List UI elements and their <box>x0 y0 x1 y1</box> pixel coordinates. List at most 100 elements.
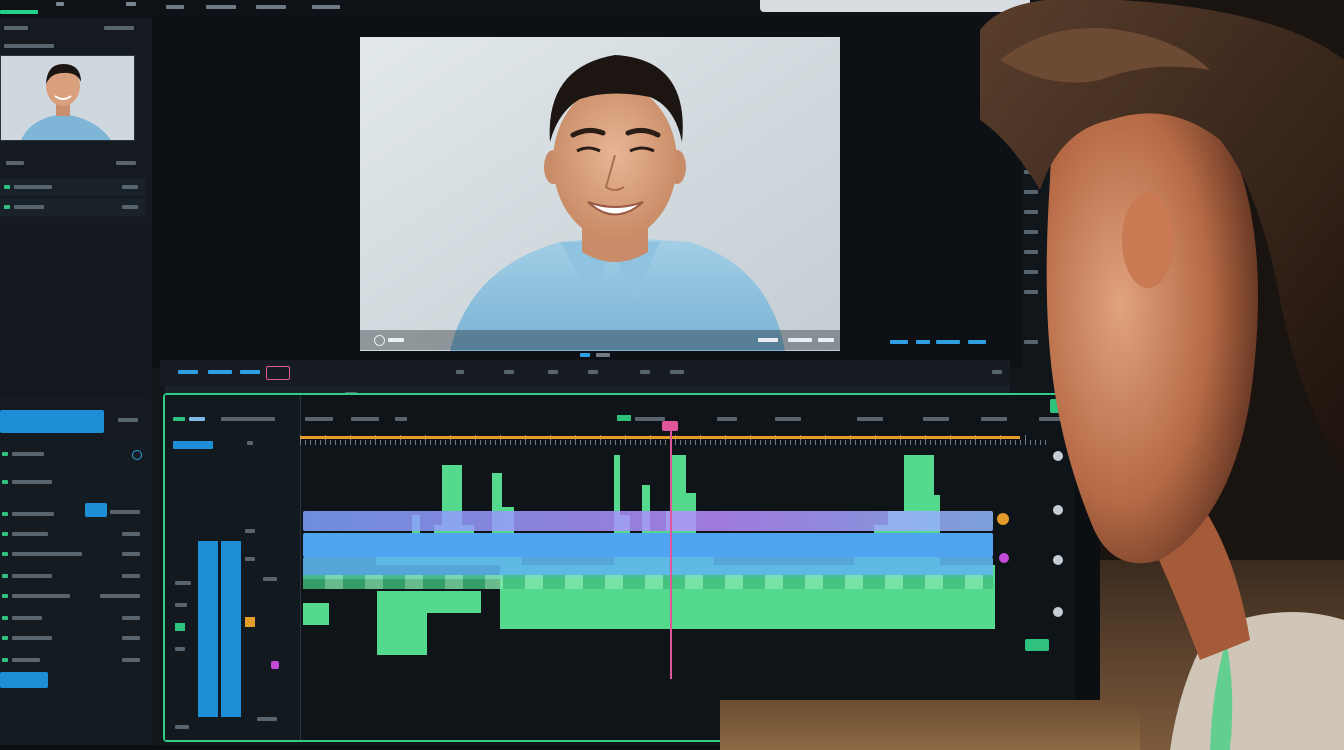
ruler-tick <box>690 440 691 445</box>
audio-meter-right <box>221 541 241 717</box>
ruler-tick <box>930 440 931 445</box>
preview-overlay-controls <box>360 330 840 350</box>
ruler-tick <box>405 440 406 445</box>
prev-frame-icon[interactable] <box>456 370 464 374</box>
ruler-tick <box>415 440 416 445</box>
panel-tab[interactable] <box>104 26 134 30</box>
tool-button[interactable] <box>178 370 198 374</box>
keyframe-icon[interactable] <box>271 661 279 669</box>
audio-clip-segments <box>303 575 993 589</box>
panel-control[interactable] <box>118 418 138 422</box>
menu-bar <box>0 0 1075 18</box>
ruler-tick <box>695 440 696 445</box>
ruler-tick <box>565 440 566 445</box>
audio-clip[interactable] <box>303 603 329 625</box>
ruler-tick <box>605 440 606 445</box>
ruler-tick <box>830 440 831 445</box>
track-enable-icon[interactable] <box>175 623 185 631</box>
ruler-tick <box>470 440 471 445</box>
audio-clip[interactable] <box>377 595 427 655</box>
panel-tab[interactable] <box>4 26 28 30</box>
ruler-tick <box>515 440 516 445</box>
ruler-tick <box>390 440 391 445</box>
pause-icon[interactable] <box>588 370 598 374</box>
menu-item-edit[interactable] <box>206 5 236 9</box>
play-icon[interactable] <box>548 370 558 374</box>
clip-thumbnail[interactable] <box>0 55 135 141</box>
menu-item-file[interactable] <box>166 5 184 9</box>
apply-button[interactable] <box>0 410 104 433</box>
ruler-tick <box>360 440 361 445</box>
panel-body <box>0 226 150 396</box>
ruler-tick <box>865 440 866 445</box>
ruler-tick <box>320 440 321 445</box>
monitor-logo <box>560 715 610 727</box>
preview-controls-center <box>580 350 620 360</box>
list-item[interactable] <box>0 178 145 196</box>
ruler-tick <box>590 440 591 445</box>
ruler-tick <box>805 440 806 445</box>
clip-info-row <box>0 156 145 174</box>
ruler-tick <box>885 440 886 445</box>
ruler-tick <box>645 440 646 445</box>
record-button[interactable] <box>266 366 290 380</box>
ruler-tick <box>780 440 781 445</box>
ruler-tick <box>880 440 881 445</box>
ruler-tick <box>445 440 446 445</box>
toggle-button[interactable] <box>85 503 107 517</box>
ruler-tick <box>755 440 756 445</box>
ruler-tick <box>595 440 596 445</box>
expand-icon[interactable] <box>818 338 834 342</box>
fullscreen-icon[interactable] <box>758 338 778 342</box>
person-silhouette <box>980 0 1344 750</box>
ruler-tick <box>760 440 761 445</box>
ruler-tick <box>615 440 616 445</box>
work-area-bar[interactable] <box>300 436 1020 439</box>
step-back-icon[interactable] <box>504 370 514 374</box>
play-icon[interactable] <box>374 335 385 346</box>
list-item[interactable] <box>0 198 145 216</box>
ruler-tick <box>420 440 421 445</box>
ruler-tick <box>460 440 461 445</box>
ruler-tick <box>490 440 491 445</box>
ruler-tick <box>640 440 641 445</box>
ruler-tick <box>965 440 966 445</box>
ruler-tick <box>680 440 681 445</box>
step-forward-icon[interactable] <box>640 370 650 374</box>
video-clip[interactable] <box>303 511 993 531</box>
menu-item-window[interactable] <box>312 5 340 9</box>
ruler-tick <box>330 440 331 445</box>
ruler-tick <box>940 440 941 445</box>
ruler-tick <box>735 440 736 445</box>
ruler-tick <box>520 440 521 445</box>
menu-icon[interactable] <box>56 2 64 6</box>
add-effect-button[interactable] <box>0 672 48 688</box>
video-preview[interactable] <box>360 37 840 351</box>
ruler-tick <box>710 440 711 445</box>
ruler-tick <box>480 440 481 445</box>
track-selector[interactable] <box>173 441 213 449</box>
tool-button[interactable] <box>240 370 260 374</box>
tool-button[interactable] <box>208 370 232 374</box>
ruler-tick <box>410 440 411 445</box>
ruler-tick <box>505 440 506 445</box>
refresh-icon[interactable] <box>132 450 142 460</box>
panel-label <box>4 44 54 48</box>
ruler-tick <box>715 440 716 445</box>
effects-list <box>0 444 150 744</box>
playhead[interactable] <box>670 427 672 679</box>
ruler-tick <box>660 440 661 445</box>
settings-icon[interactable] <box>126 2 136 6</box>
ruler-tick <box>895 440 896 445</box>
ruler-tick <box>785 440 786 445</box>
ruler-tick <box>970 440 971 445</box>
menu-item-view[interactable] <box>256 5 286 9</box>
ruler-tick <box>310 440 311 445</box>
ruler-tick <box>810 440 811 445</box>
next-frame-icon[interactable] <box>670 370 684 374</box>
ruler-tick <box>370 440 371 445</box>
ruler-tick <box>560 440 561 445</box>
video-clip[interactable] <box>303 533 993 557</box>
lock-icon[interactable] <box>245 617 255 627</box>
settings-icon[interactable] <box>788 338 812 342</box>
